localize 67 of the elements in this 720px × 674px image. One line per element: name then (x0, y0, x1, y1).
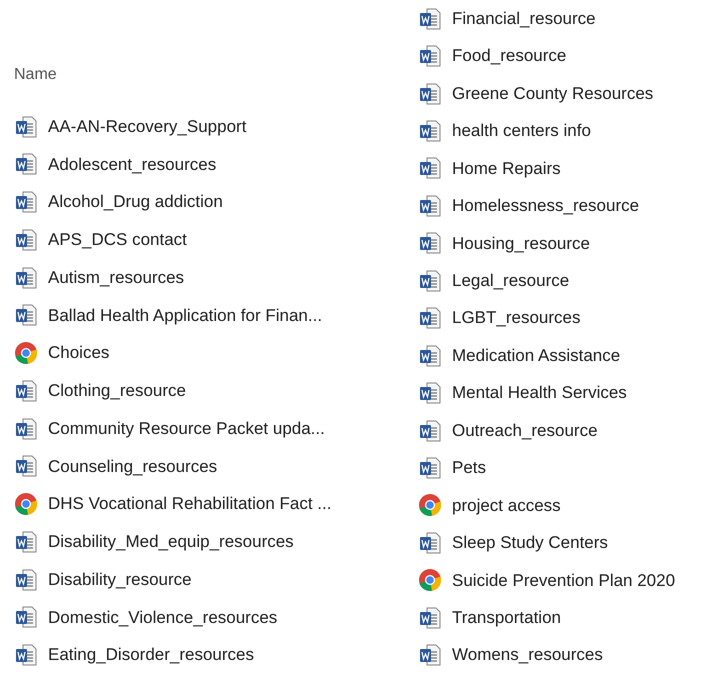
word-document-icon (418, 156, 442, 180)
chrome-browser-icon (14, 492, 38, 516)
file-name[interactable]: DHS Vocational Rehabilitation Fact ... (48, 491, 332, 517)
word-document-icon (418, 381, 442, 406)
file-name[interactable]: Sleep Study Centers (452, 530, 608, 556)
file-name[interactable]: Counseling_resources (48, 454, 218, 480)
file-name[interactable]: Food_resource (452, 43, 566, 69)
word-document-icon (14, 530, 38, 554)
file-name[interactable]: Suicide Prevention Plan 2020 (452, 568, 676, 594)
file-name[interactable]: AA-AN-Recovery_Support (48, 114, 246, 140)
word-document-icon (418, 6, 442, 31)
word-document-icon (418, 194, 442, 218)
word-document-icon (418, 418, 442, 443)
file-name[interactable]: Homelessness_resource (452, 193, 640, 219)
name-column-header[interactable]: Name (14, 63, 57, 87)
file-name[interactable]: Pets (452, 455, 486, 481)
file-name[interactable]: Community Resource Packet upda... (48, 416, 325, 442)
word-document-icon (14, 454, 38, 478)
word-document-icon (418, 530, 442, 555)
file-name[interactable]: Medication Assistance (452, 342, 620, 368)
file-name[interactable]: Ballad Health Application for Finan... (48, 302, 322, 328)
file-name[interactable]: Alcohol_Drug addiction (48, 189, 223, 215)
word-document-icon (418, 268, 442, 293)
word-document-icon (14, 190, 38, 214)
word-document-icon (418, 456, 442, 480)
file-name[interactable]: Housing_resource (452, 230, 590, 256)
file-name[interactable]: Choices (48, 340, 110, 366)
file-name[interactable]: Home Repairs (452, 156, 561, 182)
word-document-icon (418, 44, 442, 68)
word-document-icon (14, 605, 38, 630)
chrome-browser-icon (418, 568, 442, 592)
file-name[interactable]: Adolescent_resources (48, 152, 216, 178)
file-name[interactable]: Disability_resource (48, 566, 192, 592)
file-name[interactable]: Financial_resource (452, 6, 596, 32)
word-document-icon (418, 231, 442, 256)
file-name[interactable]: Greene County Resources (452, 80, 654, 106)
file-name[interactable]: project access (452, 492, 561, 518)
file-name[interactable]: Mental Health Services (452, 380, 627, 406)
word-document-icon (418, 344, 442, 368)
file-name[interactable]: Clothing_resource (48, 378, 186, 404)
word-document-icon (14, 152, 38, 176)
word-document-icon (418, 643, 442, 668)
file-name[interactable]: LGBT_resources (452, 305, 580, 331)
word-document-icon (14, 378, 38, 403)
file-name[interactable]: Outreach_resource (452, 418, 598, 444)
word-document-icon (418, 119, 442, 144)
file-name[interactable]: Womens_resources (452, 642, 603, 668)
word-document-icon (14, 416, 38, 441)
word-document-icon (14, 266, 38, 290)
file-name[interactable]: Autism_resources (48, 264, 184, 290)
word-document-icon (14, 568, 38, 592)
word-document-icon (14, 114, 38, 139)
chrome-browser-icon (418, 493, 442, 518)
file-name[interactable]: Eating_Disorder_resources (48, 642, 254, 668)
word-document-icon (418, 306, 442, 330)
chrome-browser-icon (14, 341, 38, 366)
file-name[interactable]: Transportation (452, 604, 561, 630)
file-name[interactable]: Legal_resource (452, 268, 570, 294)
file-name[interactable]: Domestic_Violence_resources (48, 604, 278, 630)
file-name[interactable]: health centers info (452, 118, 591, 144)
word-document-icon (418, 606, 442, 630)
word-document-icon (418, 82, 442, 106)
word-document-icon (14, 303, 38, 328)
file-name[interactable]: APS_DCS contact (48, 227, 187, 253)
file-name[interactable]: Disability_Med_equip_resources (48, 529, 294, 555)
word-document-icon (14, 643, 38, 668)
word-document-icon (14, 228, 38, 252)
